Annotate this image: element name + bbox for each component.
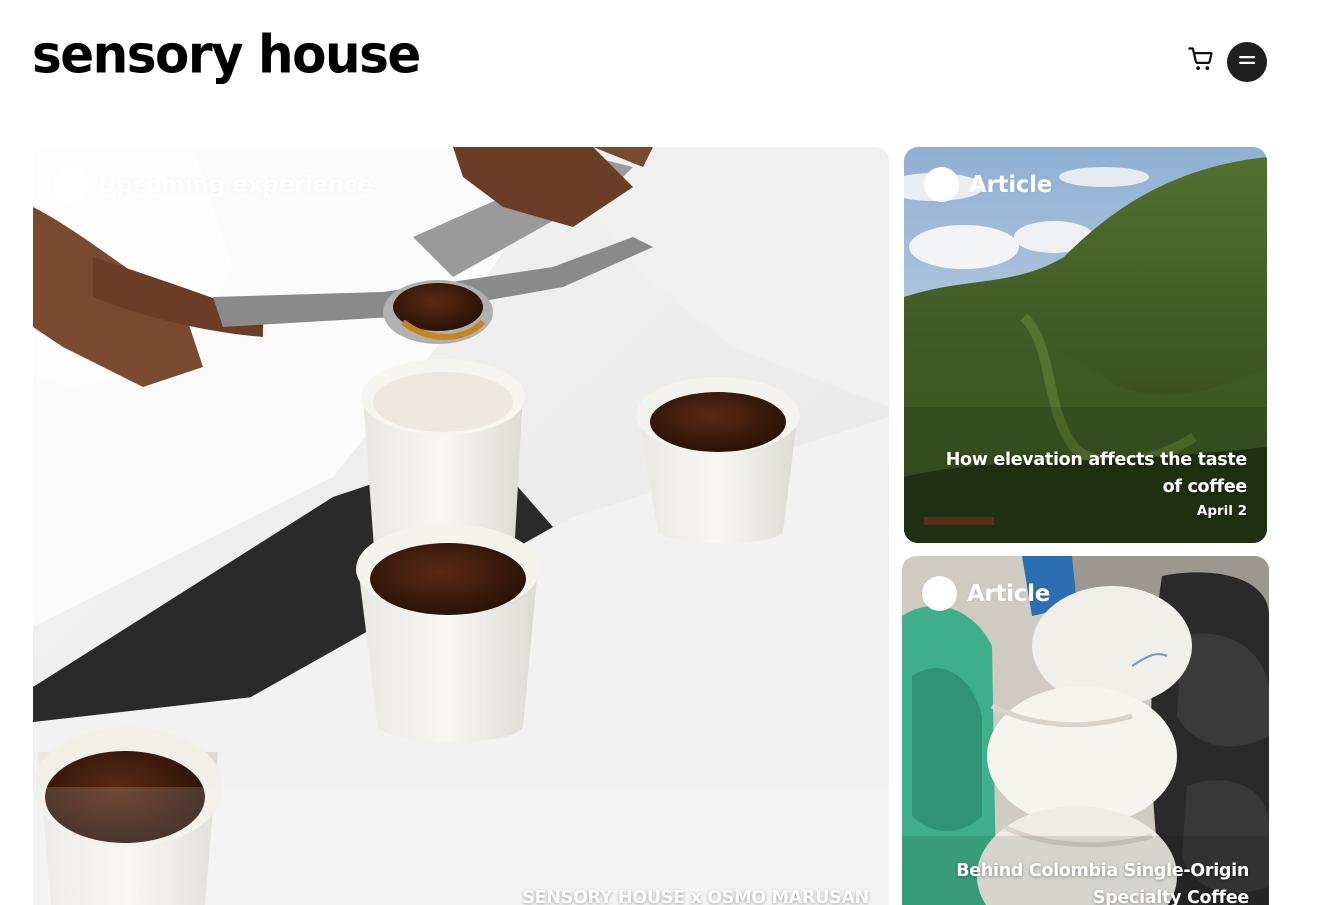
badge-dot xyxy=(53,167,88,202)
card-title[interactable]: SENSORY HOUSE x OSMO MARUSAN xyxy=(522,885,869,905)
article-card[interactable]: Article Behind Colombia Single-Origin Sp… xyxy=(902,556,1269,905)
card-caption: SENSORY HOUSE x OSMO MARUSAN xyxy=(522,885,869,905)
badge-dot xyxy=(924,167,959,202)
card-date: April 2 xyxy=(1196,503,1247,519)
shopping-cart-icon xyxy=(1187,45,1215,78)
experience-card[interactable]: Upcoming experience SENSORY HOUSE x OSMO… xyxy=(33,147,889,905)
cupping-photo xyxy=(33,147,889,905)
badge-label: Upcoming experience xyxy=(98,171,373,198)
article-card[interactable]: Article How elevation affects the taste … xyxy=(904,147,1267,543)
badge-label: Article xyxy=(969,171,1053,198)
badge-dot xyxy=(922,576,957,611)
menu-button[interactable] xyxy=(1227,42,1267,82)
badge-label: Article xyxy=(967,580,1051,607)
card-title[interactable]: Behind Colombia Single-Origin Specialty … xyxy=(929,858,1249,905)
hamburger-menu-icon xyxy=(1238,53,1256,71)
card-badge: Article xyxy=(924,167,1052,202)
cart-button[interactable] xyxy=(1184,44,1218,78)
card-caption: Behind Colombia Single-Origin Specialty … xyxy=(929,858,1249,905)
card-badge: Article xyxy=(922,576,1050,611)
card-badge: Upcoming experience xyxy=(53,167,373,202)
card-caption: How elevation affects the taste of coffe… xyxy=(927,447,1248,519)
site-logo[interactable]: sensory house xyxy=(32,28,421,81)
card-title[interactable]: How elevation affects the taste of coffe… xyxy=(927,447,1248,501)
